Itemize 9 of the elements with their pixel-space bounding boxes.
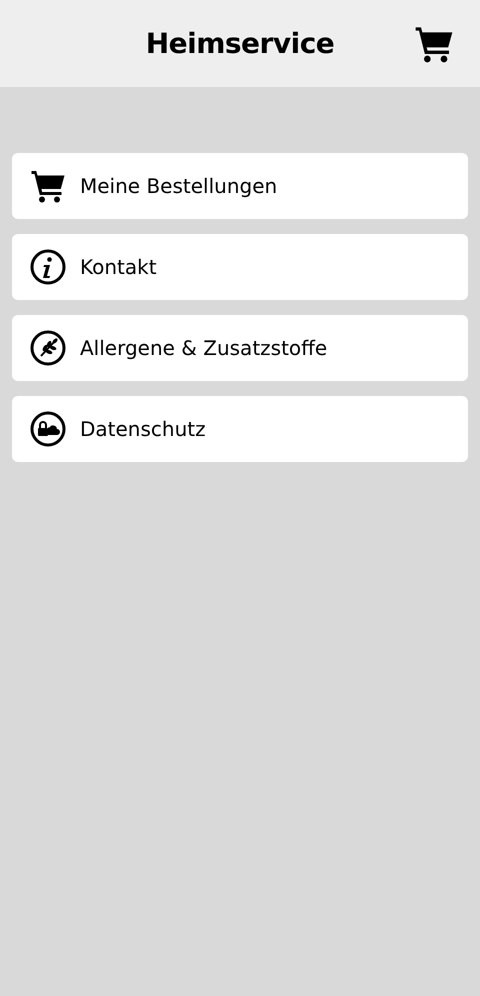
menu-item[interactable]: Meine Bestellungen bbox=[12, 153, 468, 219]
app-title: Heimservice bbox=[146, 27, 334, 60]
cart-icon bbox=[30, 168, 66, 204]
info-icon bbox=[30, 249, 66, 285]
menu-item[interactable]: Kontakt bbox=[12, 234, 468, 300]
menu-item[interactable]: Allergene & Zusatzstoffe bbox=[12, 315, 468, 381]
wheat-icon bbox=[30, 330, 66, 366]
lock-cloud-icon bbox=[30, 411, 66, 447]
menu-item[interactable]: Datenschutz bbox=[12, 396, 468, 462]
